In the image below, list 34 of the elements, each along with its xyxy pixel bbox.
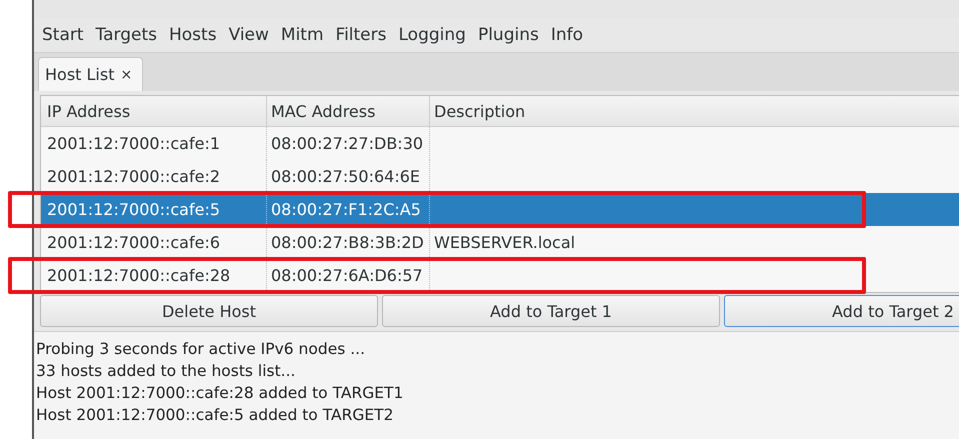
- menu-item[interactable]: Info: [546, 25, 592, 45]
- table-row[interactable]: 2001:12:7000::cafe:1 08:00:27:27:DB:30: [41, 127, 959, 160]
- log-line: Host 2001:12:7000::cafe:5 added to TARGET2: [36, 405, 394, 426]
- column-header[interactable]: IP Address: [41, 96, 266, 126]
- table-cell: 08:00:27:6A:D6:57: [271, 266, 423, 285]
- table-cell: 08:00:27:27:DB:30: [271, 134, 424, 153]
- log-line: Probing 3 seconds for active IPv6 nodes ...: [36, 339, 366, 360]
- menu-item[interactable]: Mitm: [276, 25, 332, 45]
- menu-item[interactable]: Filters: [332, 25, 394, 45]
- log-line: Host 2001:12:7000::cafe:28 added to TARGET1: [36, 383, 404, 404]
- menu-item[interactable]: Plugins: [474, 25, 547, 45]
- menu-item[interactable]: Start: [38, 25, 92, 45]
- column-header[interactable]: MAC Address: [266, 96, 429, 126]
- action-button[interactable]: Delete Host: [40, 295, 378, 327]
- action-button[interactable]: Add to Target 2: [724, 295, 959, 327]
- table-cell: 08:00:27:B8:3B:2D: [271, 233, 424, 252]
- menu-item[interactable]: View: [224, 25, 277, 45]
- table-cell: WEBSERVER.local: [434, 233, 576, 252]
- table-cell: 2001:12:7000::cafe:28: [47, 266, 230, 285]
- table-row[interactable]: 2001:12:7000::cafe:6 08:00:27:B8:3B:2D WEBSERVER.local: [41, 226, 959, 259]
- table-cell: 2001:12:7000::cafe:5: [47, 200, 220, 219]
- table-cell: 08:00:27:50:64:6E: [271, 167, 420, 186]
- menu-item[interactable]: Hosts: [164, 25, 225, 45]
- menu-item[interactable]: Logging: [394, 25, 474, 45]
- log-line: 33 hosts added to the hosts list...: [36, 361, 296, 382]
- action-button[interactable]: Add to Target 1: [382, 295, 720, 327]
- table-cell: 2001:12:7000::cafe:2: [47, 167, 220, 186]
- tab[interactable]: Host List ×: [38, 57, 144, 91]
- column-header[interactable]: Description: [429, 96, 959, 126]
- table-cell: 08:00:27:F1:2C:A5: [271, 200, 421, 219]
- table-cell: 2001:12:7000::cafe:1: [47, 134, 220, 153]
- menu-item[interactable]: Targets: [92, 25, 165, 45]
- table-cell: 2001:12:7000::cafe:6: [47, 233, 220, 252]
- table-row[interactable]: 2001:12:7000::cafe:28 08:00:27:6A:D6:57: [41, 259, 959, 292]
